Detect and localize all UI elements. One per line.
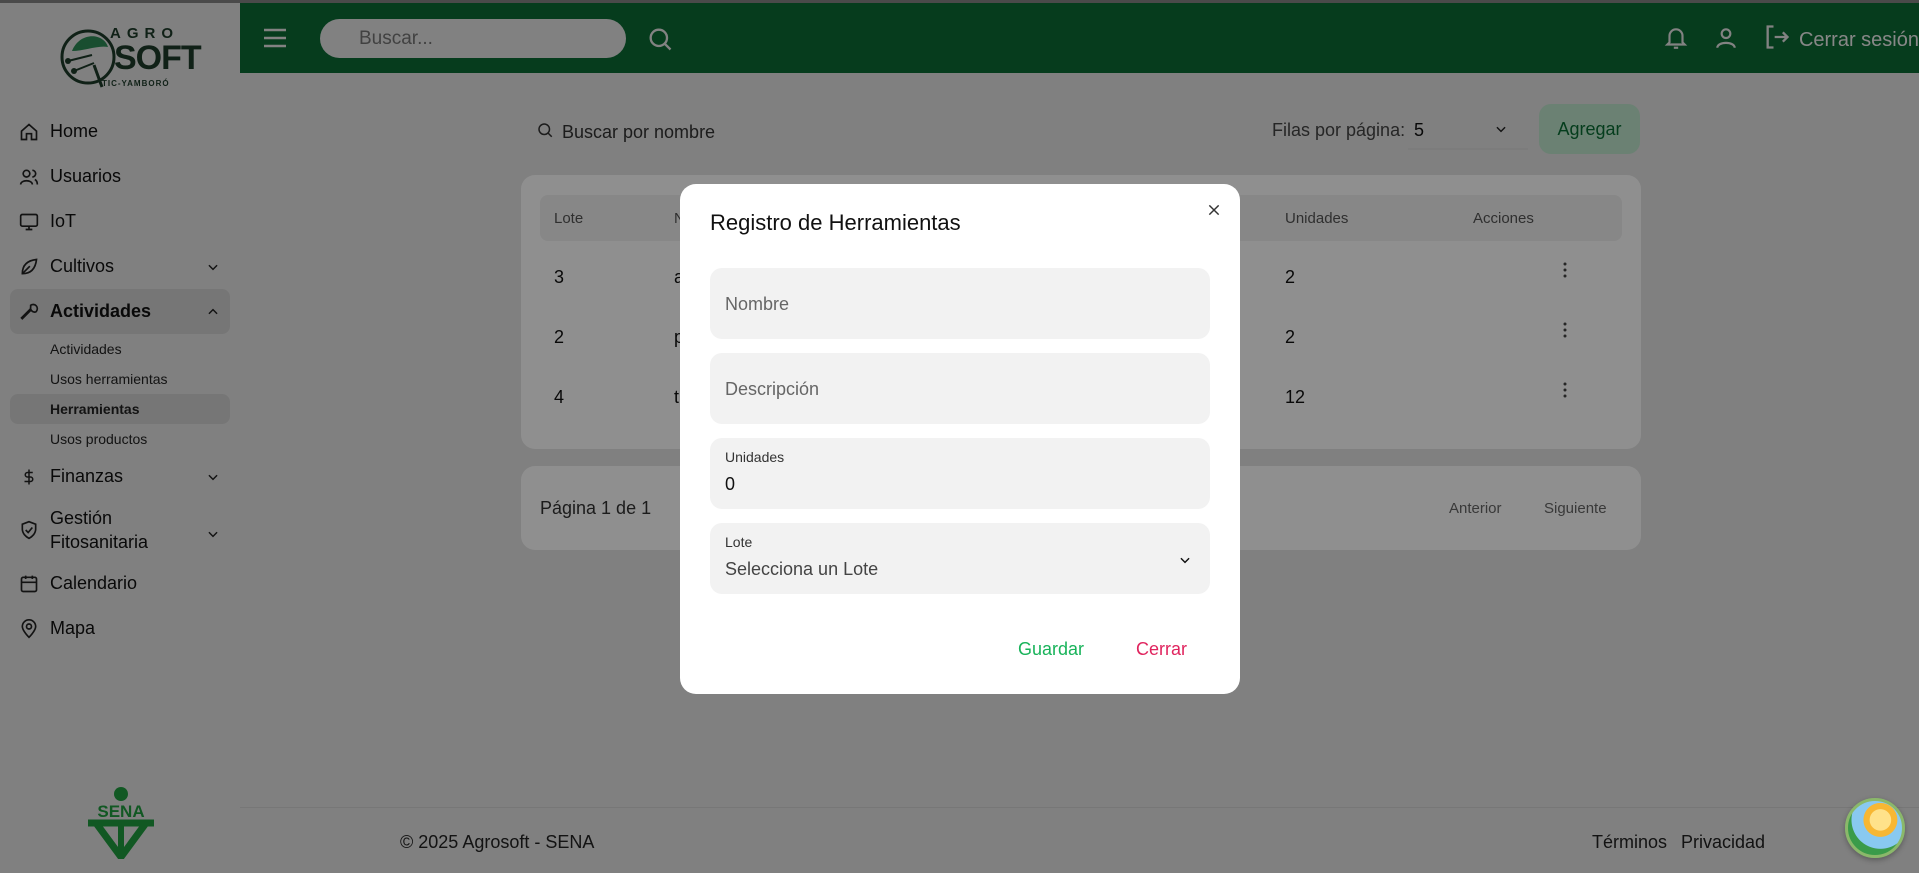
- nombre-field[interactable]: Nombre: [710, 268, 1210, 339]
- descripcion-placeholder: Descripción: [725, 379, 820, 399]
- lote-label: Lote: [725, 534, 753, 550]
- descripcion-field[interactable]: Descripción: [710, 353, 1210, 424]
- unidades-field[interactable]: Unidades 0: [710, 438, 1210, 509]
- chevron-down-icon: [1178, 553, 1192, 572]
- nombre-placeholder: Nombre: [725, 294, 790, 314]
- window-top-border: [0, 0, 1919, 3]
- close-icon[interactable]: [1204, 200, 1224, 220]
- cancel-button[interactable]: Cerrar: [1136, 639, 1187, 660]
- modal-title: Registro de Herramientas: [710, 210, 961, 235]
- assistant-avatar-button[interactable]: [1845, 798, 1905, 858]
- lote-select[interactable]: Lote Selecciona un Lote: [710, 523, 1210, 594]
- unidades-value: 0: [725, 474, 736, 494]
- unidades-label: Unidades: [725, 449, 785, 465]
- save-button[interactable]: Guardar: [1018, 639, 1084, 660]
- lote-placeholder: Selecciona un Lote: [725, 559, 879, 579]
- tool-registration-modal: Registro de Herramientas Nombre Descripc…: [680, 184, 1240, 694]
